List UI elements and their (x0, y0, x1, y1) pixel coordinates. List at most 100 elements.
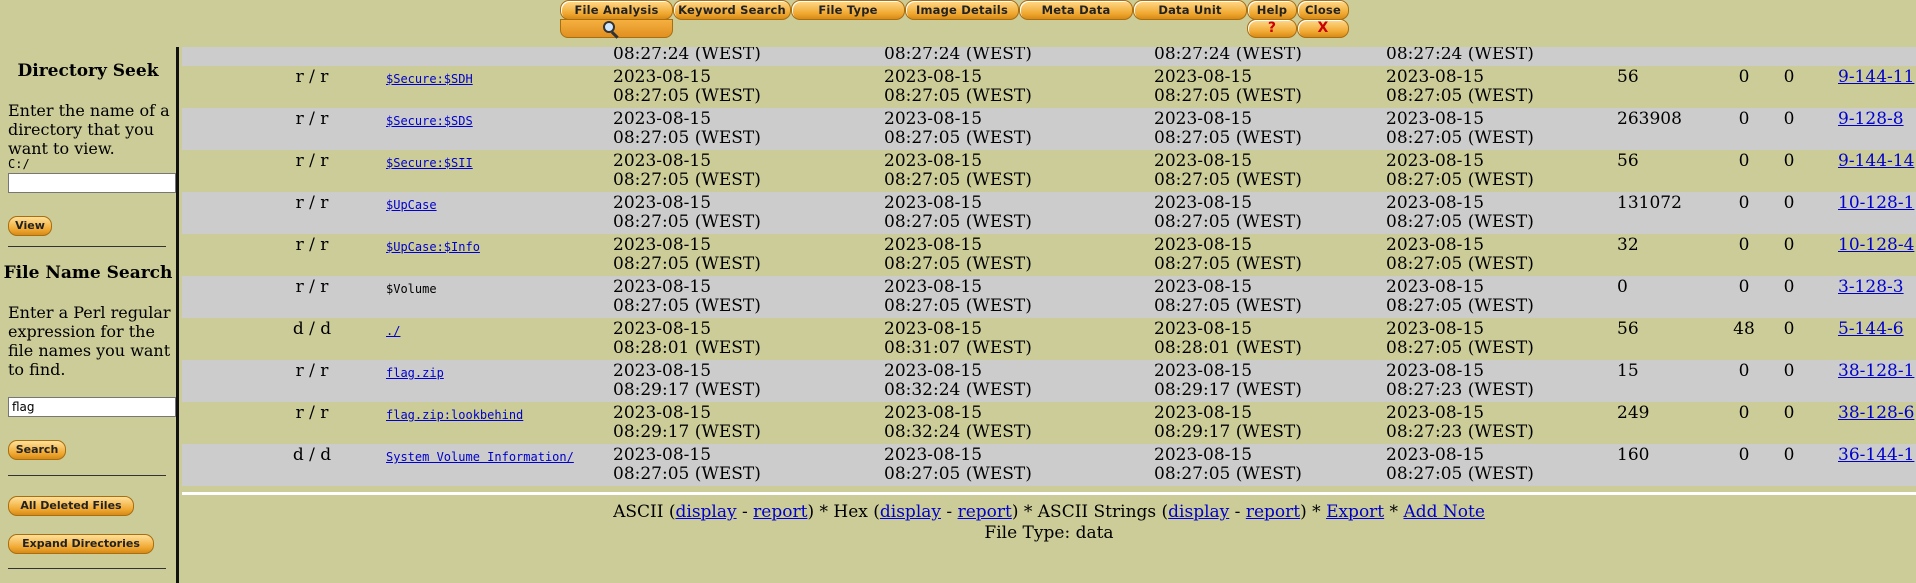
meta-address-link[interactable]: 9-144-14 (1838, 151, 1914, 171)
view-button[interactable]: View (8, 216, 52, 236)
time: 08:27:05 (WEST) (1386, 254, 1534, 274)
time: 08:27:05 (WEST) (1386, 464, 1534, 484)
written-time: 2023-08-15 08:27:05 (WEST) (613, 194, 761, 232)
file-size: 249 (1617, 403, 1650, 423)
time: 08:27:05 (WEST) (1154, 254, 1302, 274)
tab-help[interactable]: Help (1247, 0, 1297, 20)
meta-cell: 5-144-6 (1838, 320, 1904, 339)
meta-address-link[interactable]: 10-128-4 (1838, 235, 1914, 255)
tab-data-unit[interactable]: Data Unit (1133, 0, 1247, 20)
date: 2023-08-15 (884, 67, 983, 87)
entry-type: r / r (295, 361, 329, 381)
hex-label: ) * Hex ( (807, 502, 880, 522)
export-link[interactable]: Export (1326, 502, 1384, 522)
file-name-link[interactable]: $UpCase (386, 198, 437, 212)
meta-address-link[interactable]: 5-144-6 (1838, 319, 1904, 339)
created-time: 2023-08-15 08:27:05 (WEST) (1386, 110, 1534, 148)
gid: 0 (1783, 445, 1795, 465)
meta-address-link[interactable]: 38-128-6 (1838, 403, 1914, 423)
tab-file-analysis[interactable]: File Analysis (560, 0, 673, 20)
meta-address-link[interactable]: 9-128-8 (1838, 109, 1904, 129)
ascii-report-link[interactable]: report (753, 502, 807, 522)
close-icon[interactable]: X (1297, 19, 1349, 38)
date: 2023-08-15 (613, 445, 712, 465)
meta-address-link[interactable]: 36-144-1 (1838, 445, 1914, 465)
file-name-link[interactable]: ./ (386, 324, 400, 338)
time: 08:27:05 (WEST) (613, 86, 761, 106)
file-name-link[interactable]: $Secure:$SII (386, 156, 473, 170)
created-time: 2023-08-15 08:27:05 (WEST) (1386, 194, 1534, 232)
file-name-link[interactable]: $UpCase:$Info (386, 240, 480, 254)
file-size: 15 (1617, 361, 1639, 381)
expand-directories-button[interactable]: Expand Directories (8, 534, 154, 554)
table-row[interactable]: r / r flag.zip 2023-08-15 08:29:17 (WEST) 20… (182, 360, 1916, 402)
table-row[interactable]: r / r $UpCase 2023-08-15 08:27:05 (WEST) 202… (182, 192, 1916, 234)
time: 08:27:05 (WEST) (613, 254, 761, 274)
meta-address-link[interactable]: 10-128-1 (1838, 193, 1914, 213)
directory-input[interactable] (8, 173, 176, 193)
tab-close[interactable]: Close (1297, 0, 1349, 20)
file-name-link[interactable]: flag.zip:lookbehind (386, 408, 523, 422)
file-name-link[interactable]: $Secure:$SDS (386, 114, 473, 128)
file-name-link[interactable]: $Secure:$SDH (386, 72, 473, 86)
add-note-link[interactable]: Add Note (1403, 502, 1484, 522)
ascii-display-link[interactable]: display (676, 502, 737, 522)
table-row[interactable]: r / r $Volume 2023-08-15 08:27:05 (WEST) 202… (182, 276, 1916, 318)
date: 2023-08-15 (1386, 235, 1485, 255)
file-name-cell: $Secure:$SDS (386, 112, 473, 131)
table-row[interactable]: r / r $UpCase:$Info 2023-08-15 08:27:05 (WE… (182, 234, 1916, 276)
search-input[interactable] (8, 397, 176, 417)
tab-meta-data[interactable]: Meta Data (1019, 0, 1133, 20)
file-name-cell: ./ (386, 322, 400, 341)
uid: 48 (1733, 319, 1755, 339)
changed-time: 2023-08-15 08:29:17 (WEST) (1154, 362, 1302, 400)
search-button[interactable]: Search (8, 440, 66, 460)
strings-report-link[interactable]: report (1246, 502, 1300, 522)
table-row[interactable]: r / r flag.zip:lookbehind 2023-08-15 08:29:… (182, 402, 1916, 444)
accessed-time: 2023-08-15 08:32:24 (WEST) (884, 404, 1032, 442)
accessed-time: 2023-08-15 08:27:05 (WEST) (884, 236, 1032, 274)
gid: 0 (1783, 109, 1795, 129)
content-footer: ASCII (display - report) * Hex (display … (182, 502, 1916, 544)
date: 2023-08-15 (884, 277, 983, 297)
gid: 0 (1783, 277, 1795, 297)
date: 2023-08-15 (884, 109, 983, 129)
uid: 0 (1738, 151, 1750, 171)
strings-display-link[interactable]: display (1168, 502, 1229, 522)
meta-address-link[interactable]: 3-128-3 (1838, 277, 1904, 297)
help-icon[interactable]: ? (1247, 19, 1297, 38)
changed-time: 2023-08-15 08:27:05 (WEST) (1154, 446, 1302, 484)
tab-image-details[interactable]: Image Details (905, 0, 1019, 20)
time: 08:27:05 (WEST) (613, 170, 761, 190)
created-time: 08:27:24 (WEST) (1386, 47, 1534, 64)
date: 2023-08-15 (1386, 193, 1485, 213)
tab-keyword-search[interactable]: Keyword Search (673, 0, 791, 20)
changed-time: 2023-08-15 08:27:05 (WEST) (1154, 68, 1302, 106)
entry-type: r / r (295, 151, 329, 171)
tab-file-analysis-lower[interactable] (560, 19, 673, 38)
meta-address-link[interactable]: 9-144-11 (1838, 67, 1914, 87)
time: 08:27:23 (WEST) (1386, 380, 1534, 400)
all-deleted-files-button[interactable]: All Deleted Files (8, 496, 134, 516)
time: 08:31:07 (WEST) (884, 338, 1032, 358)
table-row[interactable]: d / d System Volume Information/2023-08-1… (182, 444, 1916, 486)
meta-address-link[interactable]: 38-128-1 (1838, 361, 1914, 381)
hex-display-link[interactable]: display (880, 502, 941, 522)
changed-time: 2023-08-15 08:27:05 (WEST) (1154, 152, 1302, 190)
created-time: 2023-08-15 08:27:05 (WEST) (1386, 278, 1534, 316)
time: 08:27:05 (WEST) (1154, 464, 1302, 484)
table-row[interactable]: r / r $Secure:$SDS 2023-08-15 08:27:05 (WES… (182, 108, 1916, 150)
uid: 0 (1738, 193, 1750, 213)
date: 2023-08-15 (613, 67, 712, 87)
tab-file-type[interactable]: File Type (791, 0, 905, 20)
table-row[interactable]: r / r $Secure:$SII 2023-08-15 08:27:05 (WES… (182, 150, 1916, 192)
file-name-link[interactable]: System Volume Information/ (386, 450, 574, 464)
file-size: 263908 (1617, 109, 1682, 129)
written-time: 2023-08-15 08:29:17 (WEST) (613, 362, 761, 400)
hex-report-link[interactable]: report (958, 502, 1012, 522)
time: 08:27:05 (WEST) (884, 212, 1032, 232)
file-name-link[interactable]: flag.zip (386, 366, 444, 380)
table-row[interactable]: r / r $Secure:$SDH 2023-08-15 08:27:05 (WES… (182, 66, 1916, 108)
table-row[interactable]: d / d ./2023-08-15 08:28:01 (WEST) 2023-08-… (182, 318, 1916, 360)
divider (8, 246, 166, 247)
